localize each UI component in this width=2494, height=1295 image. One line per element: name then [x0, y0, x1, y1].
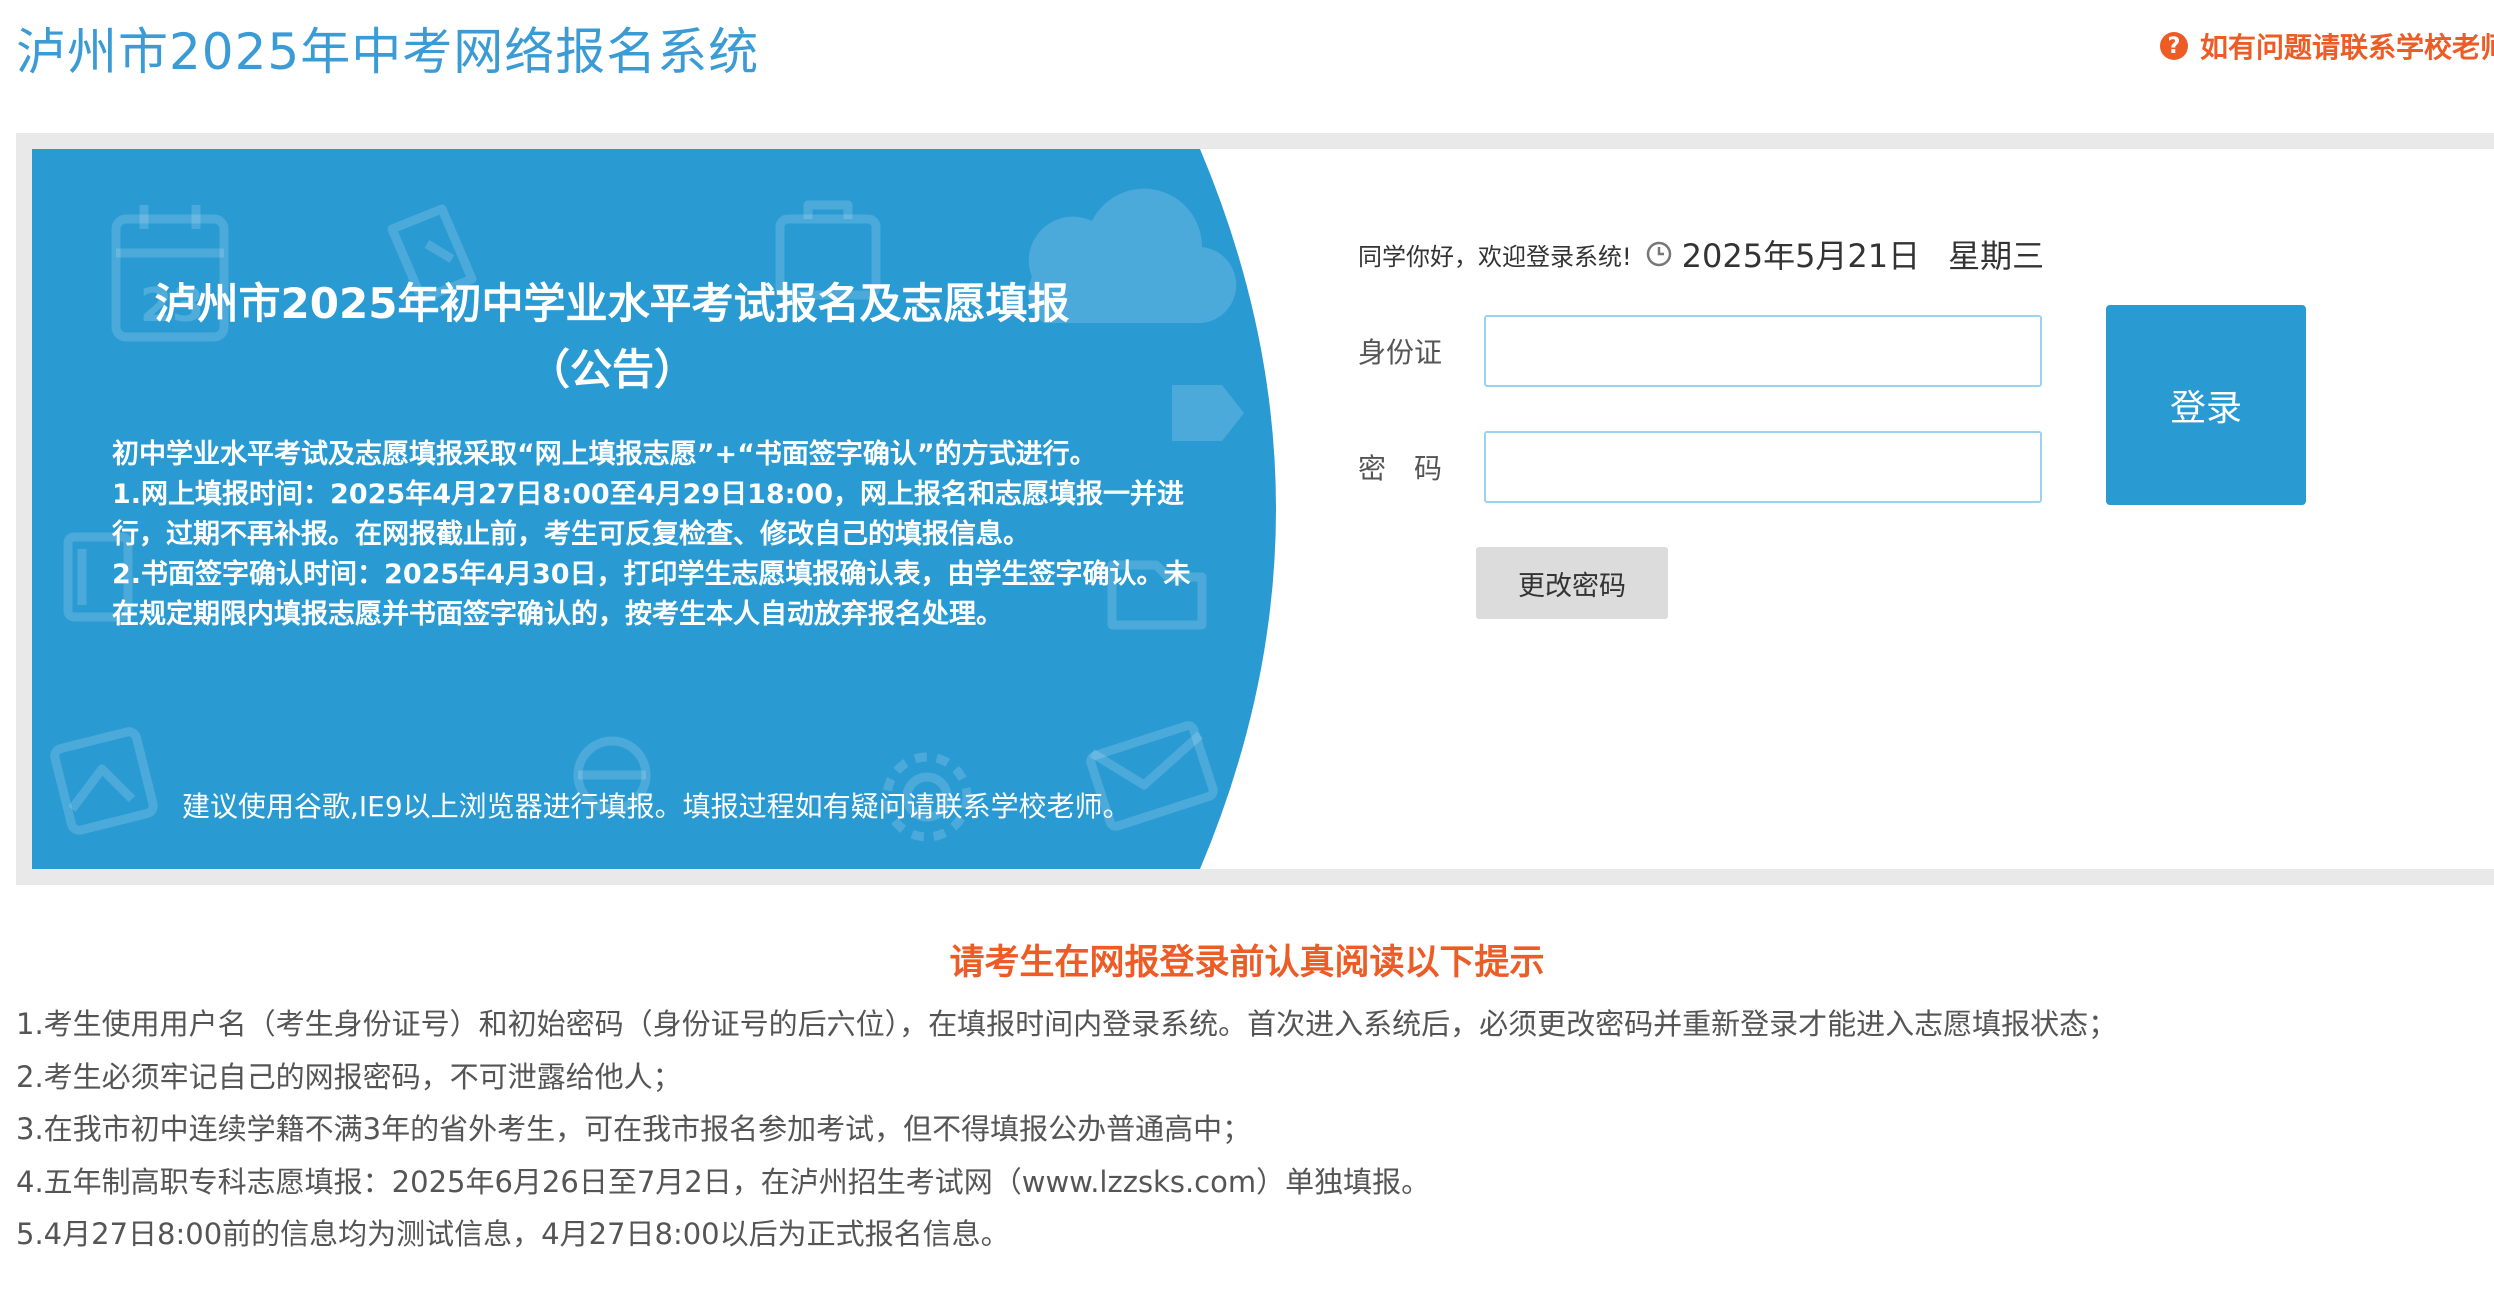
notice-title-line2: （公告）	[527, 345, 696, 394]
help-contact: ? 如有问题请联系学校老师	[2160, 26, 2494, 66]
browser-recommendation: 建议使用谷歌,IE9以上浏览器进行填报。填报过程如有疑问请联系学校老师。	[182, 790, 1131, 823]
welcome-bar: 同学你好，欢迎登录系统! 2025年5月21日 星期三	[1358, 231, 2044, 277]
password-input[interactable]	[1484, 431, 2042, 503]
change-password-button[interactable]: 更改密码	[1476, 547, 1668, 619]
tip-item: 5.4月27日8:00前的信息均为测试信息，4月27日8:00以后为正式报名信息…	[16, 1217, 1010, 1251]
help-text: 如有问题请联系学校老师	[2200, 31, 2494, 64]
current-date: 2025年5月21日	[1681, 237, 1921, 275]
login-frame: 23 泸州市2025年初中学业水平考试报名及志愿填报 （公告） 初中学业水平考试…	[16, 133, 2494, 885]
question-circle-icon: ?	[2160, 32, 2188, 60]
id-label: 身份证	[1358, 336, 1443, 369]
welcome-text: 同学你好，欢迎登录系统!	[1358, 242, 1632, 271]
login-inner: 23 泸州市2025年初中学业水平考试报名及志愿填报 （公告） 初中学业水平考试…	[32, 149, 2494, 869]
password-label: 密 码	[1358, 452, 1443, 485]
site-title: 泸州市2025年中考网络报名系统	[16, 23, 760, 81]
notice-panel: 23 泸州市2025年初中学业水平考试报名及志愿填报 （公告） 初中学业水平考试…	[32, 149, 1286, 869]
notice-paragraph: 初中学业水平考试及志愿填报采取“网上填报志愿”+“书面签字确认”的方式进行。	[112, 439, 1097, 470]
login-button[interactable]: 登录	[2106, 305, 2306, 505]
notice-body: 初中学业水平考试及志愿填报采取“网上填报志愿”+“书面签字确认”的方式进行。 1…	[112, 435, 1212, 635]
tips-list: 1.考生使用用户名（考生身份证号）和初始密码（身份证号的后六位），在填报时间内登…	[16, 998, 2117, 1261]
notice-paragraph: 2.书面签字确认时间：2025年4月30日，打印学生志愿填报确认表，由学生签字确…	[112, 559, 1191, 630]
current-weekday: 星期三	[1948, 237, 2045, 275]
tip-item: 3.在我市初中连续学籍不满3年的省外考生，可在我市报名参加考试，但不得填报公办普…	[16, 1112, 1252, 1146]
id-input[interactable]	[1484, 315, 2042, 387]
tip-item: 2.考生必须牢记自己的网报密码，不可泄露给他人；	[16, 1059, 682, 1094]
tip-item: 4.五年制高职专科志愿填报：2025年6月26日至7月2日，在泸州招生考试网（w…	[16, 1164, 1431, 1199]
tips-title: 请考生在网报登录前认真阅读以下提示	[949, 943, 1545, 983]
notice-paragraph: 1.网上填报时间：2025年4月27日8:00至4月29日18:00，网上报名和…	[112, 479, 1185, 550]
tip-item: 1.考生使用用户名（考生身份证号）和初始密码（身份证号的后六位），在填报时间内登…	[16, 1007, 2118, 1041]
clock-icon	[1646, 241, 1671, 267]
notice-title-line1: 泸州市2025年初中学业水平考试报名及志愿填报	[154, 279, 1070, 328]
notice-title: 泸州市2025年初中学业水平考试报名及志愿填报 （公告）	[112, 271, 1112, 403]
